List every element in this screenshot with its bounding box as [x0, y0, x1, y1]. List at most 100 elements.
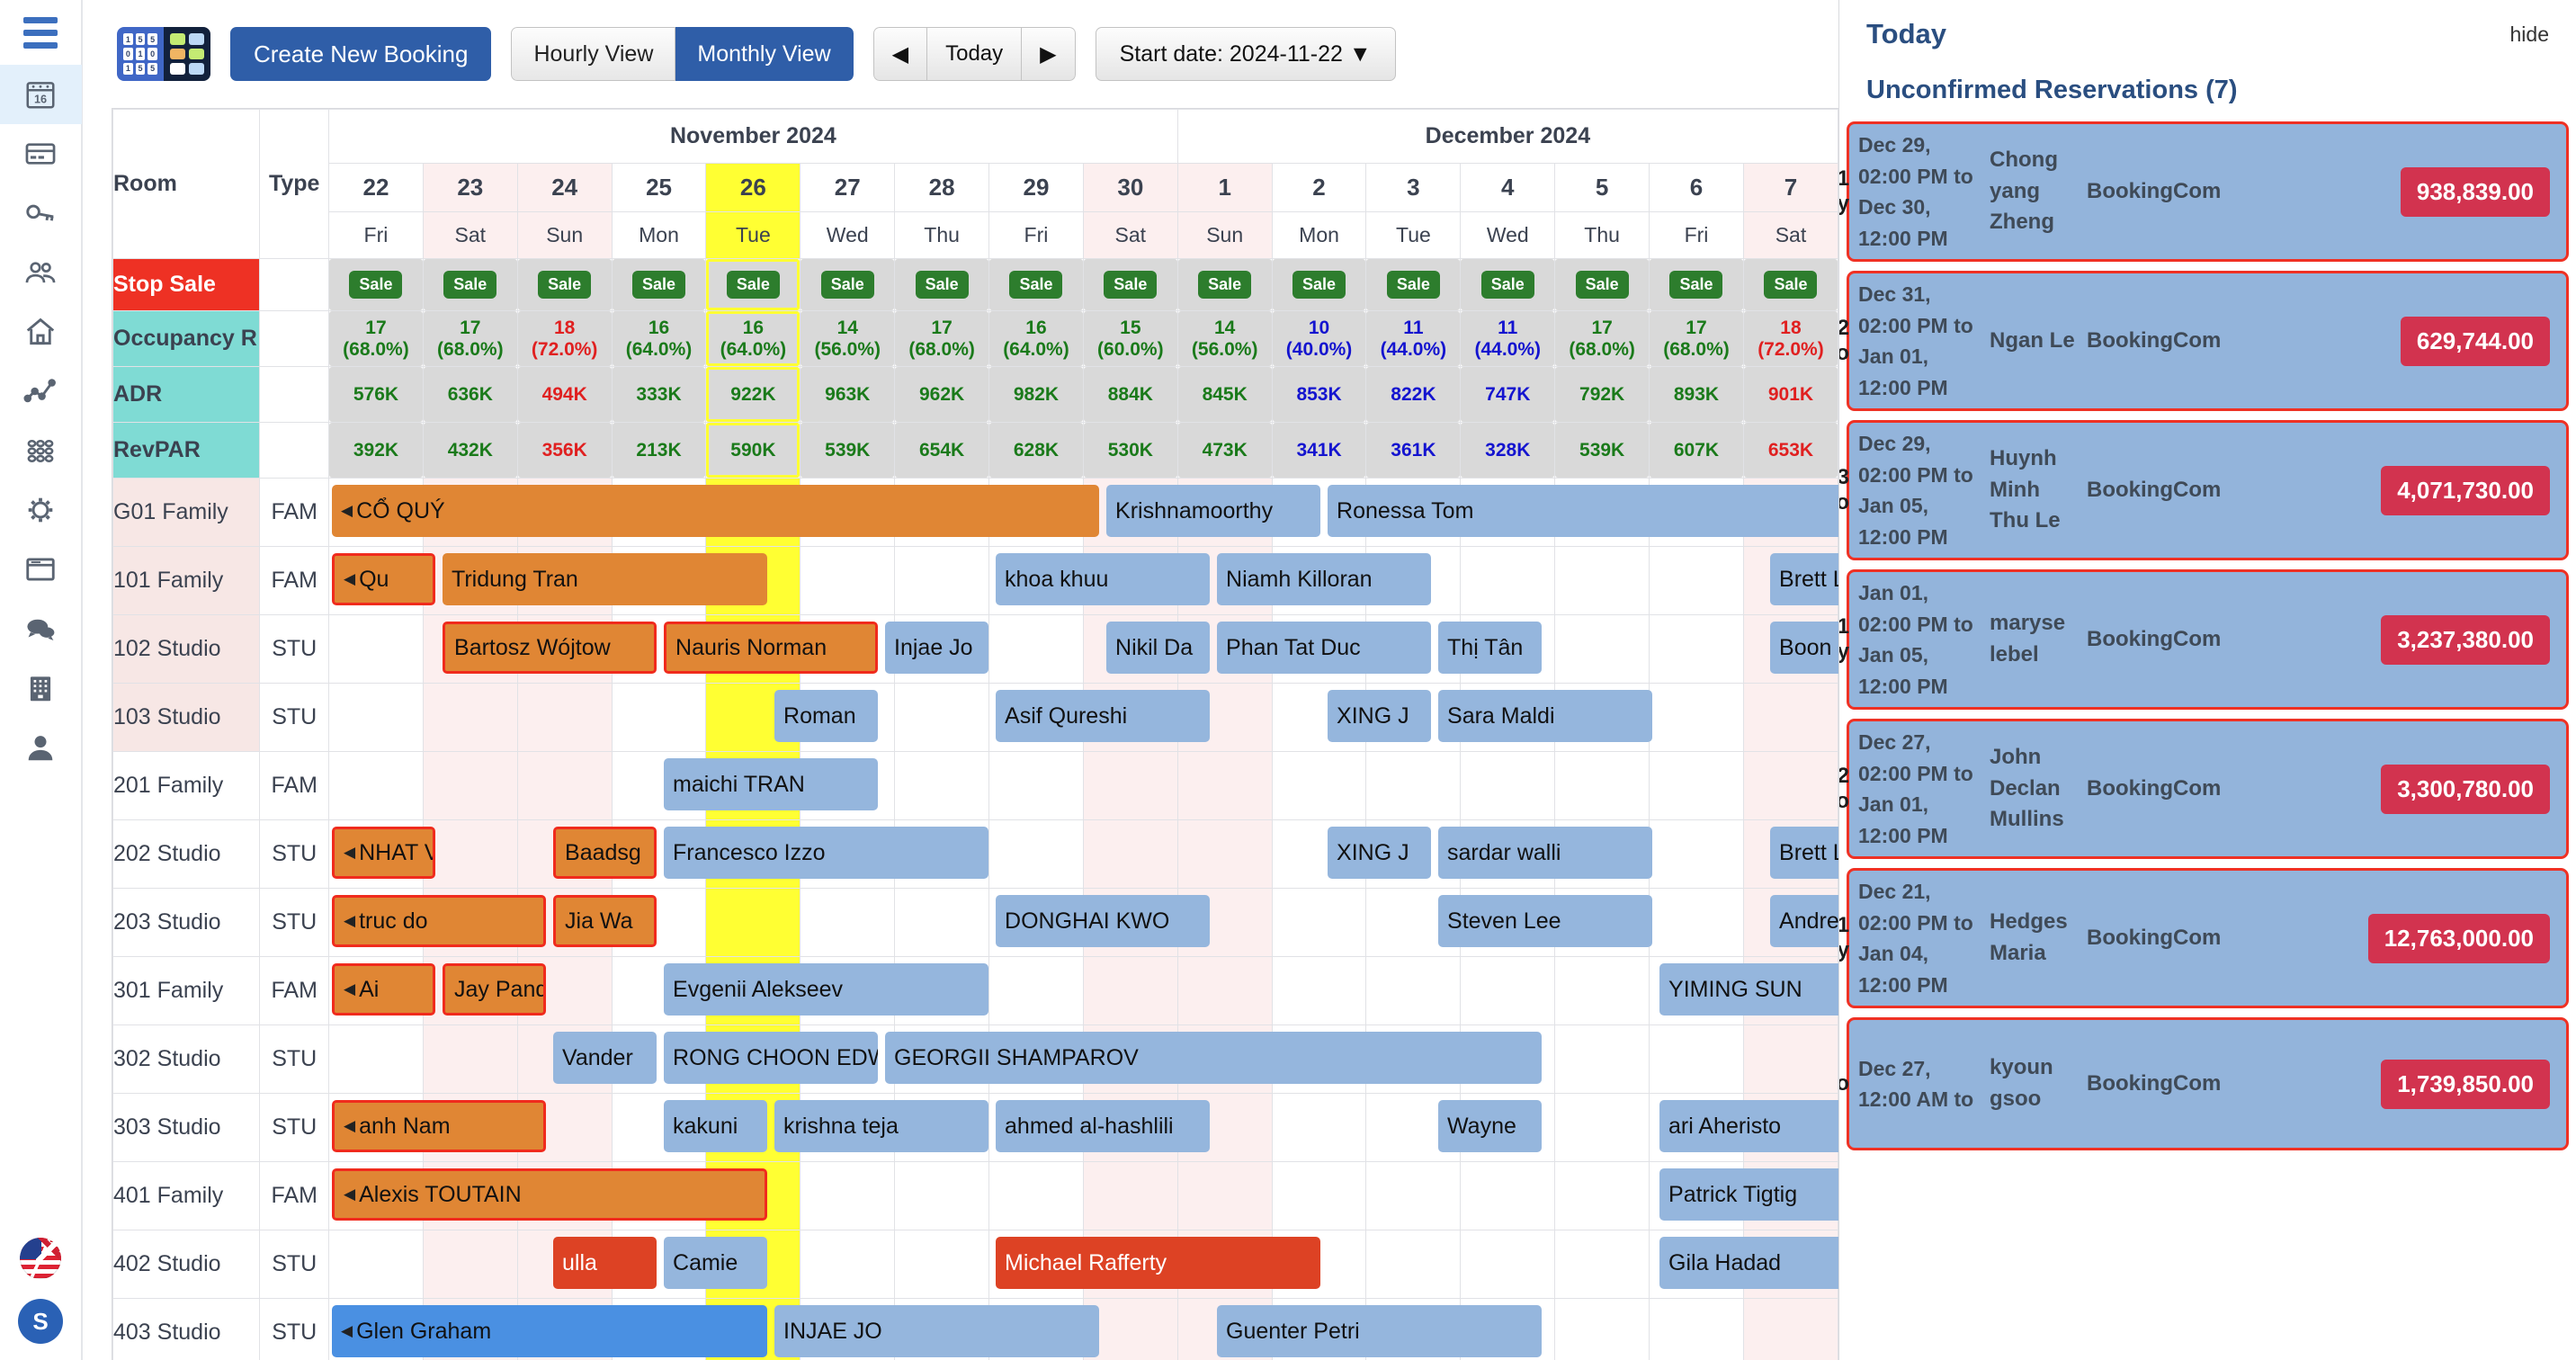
stop-sale-cell[interactable]: Sale	[894, 258, 990, 311]
booking-bar[interactable]: XING J	[1328, 690, 1432, 742]
booking-day-cell[interactable]	[611, 683, 707, 752]
sidebar-item-payments[interactable]	[0, 124, 82, 183]
stat-cell[interactable]: 901K	[1742, 366, 1838, 423]
stop-sale-cell[interactable]: Sale	[705, 258, 801, 311]
stat-cell[interactable]: 16 (64.0%)	[705, 310, 801, 367]
booking-bar[interactable]: Brett Le	[1770, 553, 1838, 605]
booking-bar[interactable]: Alexis TOUTAIN	[332, 1168, 768, 1221]
booking-day-cell[interactable]	[1460, 1161, 1556, 1230]
day-number-cell[interactable]: 22	[328, 163, 424, 212]
room-label[interactable]: 102 Studio	[112, 614, 261, 684]
stop-sale-cell[interactable]: Sale	[611, 258, 707, 311]
day-number-cell[interactable]: 6	[1649, 163, 1744, 212]
booking-bar[interactable]: Bartosz Wójtow	[443, 622, 657, 674]
start-date-picker[interactable]: Start date: 2024-11-22 ▼	[1095, 27, 1396, 81]
booking-day-cell[interactable]	[1176, 751, 1273, 820]
booking-day-cell[interactable]	[1649, 1298, 1744, 1360]
booking-bar[interactable]: Ai	[332, 963, 436, 1016]
stat-cell[interactable]: 333K	[611, 366, 707, 423]
stat-cell[interactable]: 17 (68.0%)	[894, 310, 990, 367]
booking-day-cell[interactable]	[894, 546, 990, 615]
sale-badge[interactable]: Sale	[915, 271, 969, 299]
sidebar-item-keys[interactable]	[0, 183, 82, 243]
booking-day-cell[interactable]	[1742, 1024, 1838, 1094]
booking-day-cell[interactable]	[800, 546, 896, 615]
stat-cell[interactable]: 607K	[1649, 422, 1744, 479]
reservation-card[interactable]: StudioDec 27, 12:00 AM to kyoun gsoo Booki…	[1839, 1017, 2569, 1150]
stop-sale-cell[interactable]: Sale	[1554, 258, 1650, 311]
reservation-amount[interactable]: 629,744.00	[2400, 316, 2550, 366]
room-label[interactable]: 101 Family	[112, 546, 261, 615]
stat-cell[interactable]: 792K	[1554, 366, 1650, 423]
stop-sale-cell[interactable]: Sale	[328, 258, 424, 311]
booking-bar[interactable]: CỔ QUÝ	[332, 485, 1100, 537]
stat-cell[interactable]: 962K	[894, 366, 990, 423]
booking-day-cell[interactable]	[1082, 1161, 1178, 1230]
stat-cell[interactable]: 963K	[800, 366, 896, 423]
booking-day-cell[interactable]: ulla Camie Michael Rafferty Gila Hadad	[328, 1230, 1838, 1299]
stat-cell[interactable]: 18 (72.0%)	[516, 310, 613, 367]
booking-day-cell[interactable]	[1554, 751, 1650, 820]
sale-badge[interactable]: Sale	[1669, 271, 1723, 299]
booking-bar[interactable]: DONGHAI KWO	[996, 895, 1211, 947]
booking-day-cell[interactable]	[1554, 1298, 1650, 1360]
booking-bar[interactable]: krishna teja	[774, 1100, 989, 1152]
day-number-cell[interactable]: 3	[1365, 163, 1462, 212]
booking-day-cell[interactable]	[988, 1161, 1084, 1230]
booking-day-cell[interactable]	[988, 751, 1084, 820]
stat-cell[interactable]: 11 (44.0%)	[1460, 310, 1556, 367]
avatar[interactable]: S	[18, 1299, 63, 1344]
booking-day-cell[interactable]	[1271, 1161, 1367, 1230]
booking-bar[interactable]: khoa khuu	[996, 553, 1211, 605]
tab-hourly-view[interactable]: Hourly View	[511, 27, 676, 81]
booking-day-cell[interactable]	[1649, 888, 1744, 957]
booking-day-cell[interactable]	[1742, 683, 1838, 752]
reservation-amount[interactable]: 938,839.00	[2400, 166, 2550, 217]
booking-day-cell[interactable]	[1082, 819, 1178, 889]
booking-bar[interactable]: Vander	[553, 1032, 657, 1084]
booking-day-cell[interactable]	[1649, 683, 1744, 752]
booking-day-cell[interactable]	[1649, 546, 1744, 615]
booking-bar[interactable]: truc do	[332, 895, 547, 947]
stat-cell[interactable]: 17 (68.0%)	[1554, 310, 1650, 367]
booking-bar[interactable]: Niamh Killoran	[1217, 553, 1432, 605]
booking-day-cell[interactable]	[1649, 614, 1744, 684]
room-label[interactable]: 302 Studio	[112, 1024, 261, 1094]
booking-day-cell[interactable]	[988, 956, 1084, 1025]
sidebar-item-pages[interactable]	[0, 540, 82, 599]
day-number-cell[interactable]: 7	[1742, 163, 1838, 212]
stop-sale-cell[interactable]: Sale	[1742, 258, 1838, 311]
reservation-card[interactable]: 101 FamilyDec 29, 02:00 PM to Dec 30, 12…	[1839, 121, 2569, 262]
booking-bar[interactable]: Qu	[332, 553, 436, 605]
booking-day-cell[interactable]	[894, 751, 990, 820]
stop-sale-cell[interactable]: Sale	[988, 258, 1084, 311]
room-label[interactable]: 401 Family	[112, 1161, 261, 1230]
sale-badge[interactable]: Sale	[1009, 271, 1063, 299]
booking-day-cell[interactable]	[1365, 1161, 1462, 1230]
booking-day-cell[interactable]	[894, 1230, 990, 1299]
booking-bar[interactable]: Phan Tat Duc	[1217, 622, 1432, 674]
day-number-cell[interactable]: 24	[516, 163, 613, 212]
stat-cell[interactable]: 853K	[1271, 366, 1367, 423]
stop-sale-cell[interactable]: Sale	[1271, 258, 1367, 311]
booking-day-cell[interactable]	[800, 888, 896, 957]
stat-cell[interactable]: 628K	[988, 422, 1084, 479]
booking-bar[interactable]: sardar walli	[1438, 827, 1653, 879]
booking-day-cell[interactable]	[1649, 1024, 1744, 1094]
stat-cell[interactable]: 576K	[328, 366, 424, 423]
booking-day-cell[interactable]	[1554, 1093, 1650, 1162]
day-number-cell[interactable]: 25	[611, 163, 707, 212]
stat-cell[interactable]: 893K	[1649, 366, 1744, 423]
day-number-cell[interactable]: 26	[705, 163, 801, 212]
room-label[interactable]: 403 Studio	[112, 1298, 261, 1360]
reservation-card[interactable]: 203 StudioDec 29, 02:00 PM to Jan 05, 12…	[1839, 420, 2569, 560]
sale-badge[interactable]: Sale	[1104, 271, 1158, 299]
booking-day-cell[interactable]	[422, 1230, 518, 1299]
booking-bar[interactable]: Wayne	[1438, 1100, 1543, 1152]
stat-cell[interactable]: 539K	[1554, 422, 1650, 479]
stat-cell[interactable]: 653K	[1742, 422, 1838, 479]
stop-sale-cell[interactable]: Sale	[422, 258, 518, 311]
booking-day-cell[interactable]	[1176, 956, 1273, 1025]
booking-day-cell[interactable]	[1271, 888, 1367, 957]
sale-badge[interactable]: Sale	[1480, 271, 1534, 299]
